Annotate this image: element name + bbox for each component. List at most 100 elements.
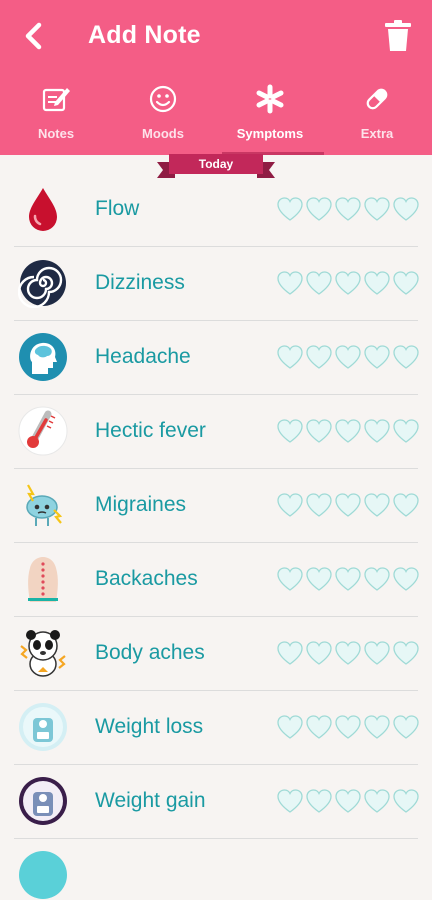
heart-icon[interactable]	[276, 418, 304, 444]
heart-icon[interactable]	[363, 492, 391, 518]
heart-icon[interactable]	[392, 196, 420, 222]
symptom-row[interactable]: Hectic fever	[0, 395, 432, 469]
symptom-name: Weight loss	[95, 715, 204, 738]
heart-icon[interactable]	[363, 344, 391, 370]
date-ribbon-label: Today	[198, 157, 234, 171]
heart-icon[interactable]	[276, 640, 304, 666]
heart-icon[interactable]	[363, 788, 391, 814]
heart-icon[interactable]	[334, 418, 362, 444]
heart-icon[interactable]	[305, 566, 333, 592]
severity-rating	[276, 196, 420, 224]
tab-notes[interactable]: Notes	[8, 84, 104, 154]
asterisk-icon	[256, 84, 284, 114]
heart-icon[interactable]	[363, 196, 391, 222]
symptom-name: Flow	[95, 197, 140, 220]
symptom-name: Migraines	[95, 493, 187, 516]
chevron-left-icon[interactable]	[20, 20, 50, 52]
brain-lightning-icon	[26, 484, 63, 526]
note-edit-icon	[42, 88, 70, 112]
pill-icon	[366, 88, 388, 110]
symptom-row[interactable]: Backaches	[0, 543, 432, 617]
heart-icon[interactable]	[305, 788, 333, 814]
row-divider	[14, 838, 418, 839]
panda-pain-icon	[20, 630, 66, 677]
symptom-name: Weight gain	[95, 789, 206, 812]
heart-icon[interactable]	[363, 270, 391, 296]
tab-extra[interactable]: Extra	[329, 84, 425, 154]
heart-icon[interactable]	[334, 714, 362, 740]
smiley-icon	[149, 85, 177, 113]
symptom-row[interactable]: Body aches	[0, 617, 432, 691]
heart-icon[interactable]	[334, 270, 362, 296]
symptom-name: Hectic fever	[95, 419, 206, 442]
severity-rating	[276, 566, 420, 594]
heart-icon[interactable]	[334, 566, 362, 592]
scale-loss-icon	[19, 703, 67, 751]
tab-notes-label: Notes	[37, 126, 75, 141]
thermometer-icon	[18, 406, 68, 456]
heart-icon[interactable]	[363, 640, 391, 666]
severity-rating	[276, 344, 420, 372]
severity-rating	[276, 714, 420, 742]
severity-rating	[276, 418, 420, 446]
tab-moods-label: Moods	[142, 126, 184, 141]
heart-icon[interactable]	[392, 566, 420, 592]
spine-back-icon	[28, 557, 58, 602]
heart-icon[interactable]	[363, 566, 391, 592]
heart-icon[interactable]	[334, 788, 362, 814]
heart-icon[interactable]	[276, 566, 304, 592]
heart-icon[interactable]	[363, 714, 391, 740]
symptom-row[interactable]: Migraines	[0, 469, 432, 543]
heart-icon[interactable]	[334, 196, 362, 222]
heart-icon[interactable]	[334, 640, 362, 666]
symptom-name: Body aches	[95, 641, 205, 664]
heart-icon[interactable]	[392, 344, 420, 370]
symptom-row[interactable]: Weight gain	[0, 765, 432, 839]
symptom-name: Backaches	[95, 567, 198, 590]
tab-extra-label: Extra	[360, 126, 394, 141]
tab-moods[interactable]: Moods	[115, 84, 211, 154]
tab-symptoms[interactable]: Symptoms	[222, 84, 318, 154]
heart-icon[interactable]	[392, 270, 420, 296]
blood-drop-icon	[29, 188, 57, 231]
heart-icon[interactable]	[305, 714, 333, 740]
heart-icon[interactable]	[305, 418, 333, 444]
heart-icon[interactable]	[305, 270, 333, 296]
spiral-icon	[18, 260, 66, 308]
heart-icon[interactable]	[334, 344, 362, 370]
symptom-row[interactable]: Dizziness	[0, 247, 432, 321]
heart-icon[interactable]	[392, 714, 420, 740]
heart-icon[interactable]	[276, 344, 304, 370]
symptom-row[interactable]: Flow	[0, 173, 432, 247]
heart-icon[interactable]	[392, 640, 420, 666]
heart-icon[interactable]	[392, 492, 420, 518]
heart-icon[interactable]	[276, 714, 304, 740]
symptom-row[interactable]: Headache	[0, 321, 432, 395]
trash-icon[interactable]	[384, 20, 412, 52]
heart-icon[interactable]	[392, 788, 420, 814]
heart-icon[interactable]	[276, 270, 304, 296]
symptom-name: Dizziness	[95, 271, 185, 294]
app-header: Add Note Notes Moods Symptoms Extra	[0, 0, 432, 155]
page-title: Add Note	[88, 21, 201, 49]
heart-icon[interactable]	[276, 788, 304, 814]
severity-rating	[276, 492, 420, 520]
heart-icon[interactable]	[392, 418, 420, 444]
heart-icon[interactable]	[363, 418, 391, 444]
heart-icon[interactable]	[276, 492, 304, 518]
heart-icon[interactable]	[334, 492, 362, 518]
severity-rating	[276, 640, 420, 668]
heart-icon[interactable]	[305, 344, 333, 370]
heart-icon[interactable]	[305, 492, 333, 518]
severity-rating	[276, 788, 420, 816]
brain-head-icon	[19, 333, 67, 381]
symptom-row[interactable]: Weight loss	[0, 691, 432, 765]
heart-icon[interactable]	[305, 640, 333, 666]
severity-rating	[276, 270, 420, 298]
next-symptom-icon	[19, 851, 67, 899]
symptom-name: Headache	[95, 345, 191, 368]
heart-icon[interactable]	[305, 196, 333, 222]
heart-icon[interactable]	[276, 196, 304, 222]
tab-symptoms-label: Symptoms	[236, 126, 304, 141]
scale-gain-icon	[19, 777, 67, 825]
